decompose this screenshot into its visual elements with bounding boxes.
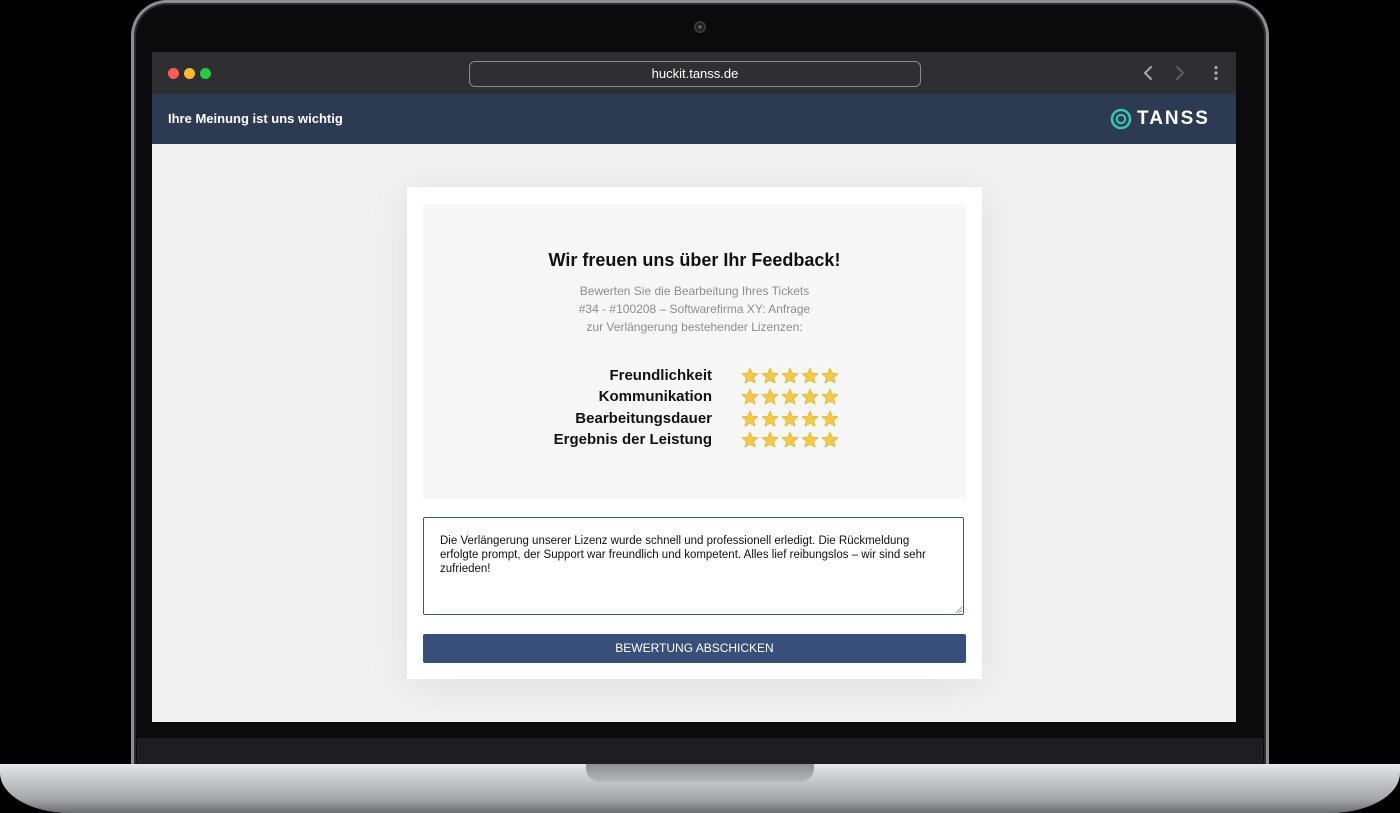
page-title: Ihre Meinung ist uns wichtig <box>168 111 343 126</box>
kebab-menu-icon[interactable] <box>1207 64 1225 82</box>
star-icon[interactable] <box>781 367 799 385</box>
logo-text: TANSS <box>1137 108 1210 129</box>
star-icon[interactable] <box>761 367 779 385</box>
rating-row-kommunikation: Kommunikation <box>423 387 966 407</box>
subtitle-line: Bewerten Sie die Bearbeitung Ihres Ticke… <box>579 284 810 298</box>
star-rating[interactable] <box>741 367 841 385</box>
close-window-button[interactable] <box>168 68 179 79</box>
star-icon[interactable] <box>761 431 779 449</box>
rating-label: Bearbeitungsdauer <box>575 410 712 427</box>
star-icon[interactable] <box>761 410 779 428</box>
address-bar[interactable]: huckit.tanss.de <box>469 61 921 87</box>
rating-row-bearbeitungsdauer: Bearbeitungsdauer <box>423 409 966 429</box>
star-icon[interactable] <box>741 367 759 385</box>
star-icon[interactable] <box>741 388 759 406</box>
laptop-notch <box>586 764 814 782</box>
star-icon[interactable] <box>801 367 819 385</box>
star-icon[interactable] <box>801 431 819 449</box>
camera <box>694 21 706 33</box>
chevron-left-icon[interactable] <box>1140 64 1158 82</box>
star-icon[interactable] <box>741 431 759 449</box>
rating-label: Freundlichkeit <box>609 367 712 384</box>
rating-panel: Wir freuen uns über Ihr Feedback! Bewert… <box>423 204 966 499</box>
card-headline: Wir freuen uns über Ihr Feedback! <box>548 250 841 270</box>
rating-row-freundlichkeit: Freundlichkeit <box>423 366 966 386</box>
rating-label: Kommunikation <box>598 388 712 405</box>
submit-rating-button[interactable]: BEWERTUNG ABSCHICKEN <box>423 634 966 663</box>
minimize-window-button[interactable] <box>184 68 195 79</box>
resize-grip-icon[interactable] <box>955 606 963 614</box>
browser-toolbar: huckit.tanss.de <box>152 52 1236 94</box>
star-icon[interactable] <box>741 410 759 428</box>
tanss-logo-icon <box>1110 108 1132 130</box>
star-rating[interactable] <box>741 410 841 428</box>
screen: huckit.tanss.de Ihre Meinung ist uns wic… <box>152 52 1236 722</box>
star-icon[interactable] <box>761 388 779 406</box>
subtitle-line: zur Verlängerung bestehender Lizenzen: <box>586 320 803 334</box>
chevron-right-icon[interactable] <box>1170 64 1188 82</box>
star-icon[interactable] <box>821 431 839 449</box>
star-icon[interactable] <box>801 410 819 428</box>
subtitle-line: #34 - #100208 – Softwarefirma XY: Anfrag… <box>578 302 811 316</box>
rating-row-ergebnis: Ergebnis der Leistung <box>423 430 966 450</box>
rating-label: Ergebnis der Leistung <box>553 431 712 448</box>
star-rating[interactable] <box>741 431 841 449</box>
star-icon[interactable] <box>821 410 839 428</box>
star-icon[interactable] <box>801 388 819 406</box>
maximize-window-button[interactable] <box>200 68 211 79</box>
star-icon[interactable] <box>781 388 799 406</box>
star-icon[interactable] <box>781 410 799 428</box>
feedback-card: Wir freuen uns über Ihr Feedback! Bewert… <box>407 187 982 679</box>
star-icon[interactable] <box>781 431 799 449</box>
star-icon[interactable] <box>821 388 839 406</box>
star-rating[interactable] <box>741 388 841 406</box>
app-header: Ihre Meinung ist uns wichtig TANSS <box>152 94 1236 144</box>
star-icon[interactable] <box>821 367 839 385</box>
feedback-textarea[interactable]: Die Verlängerung unserer Lizenz wurde sc… <box>423 517 964 615</box>
